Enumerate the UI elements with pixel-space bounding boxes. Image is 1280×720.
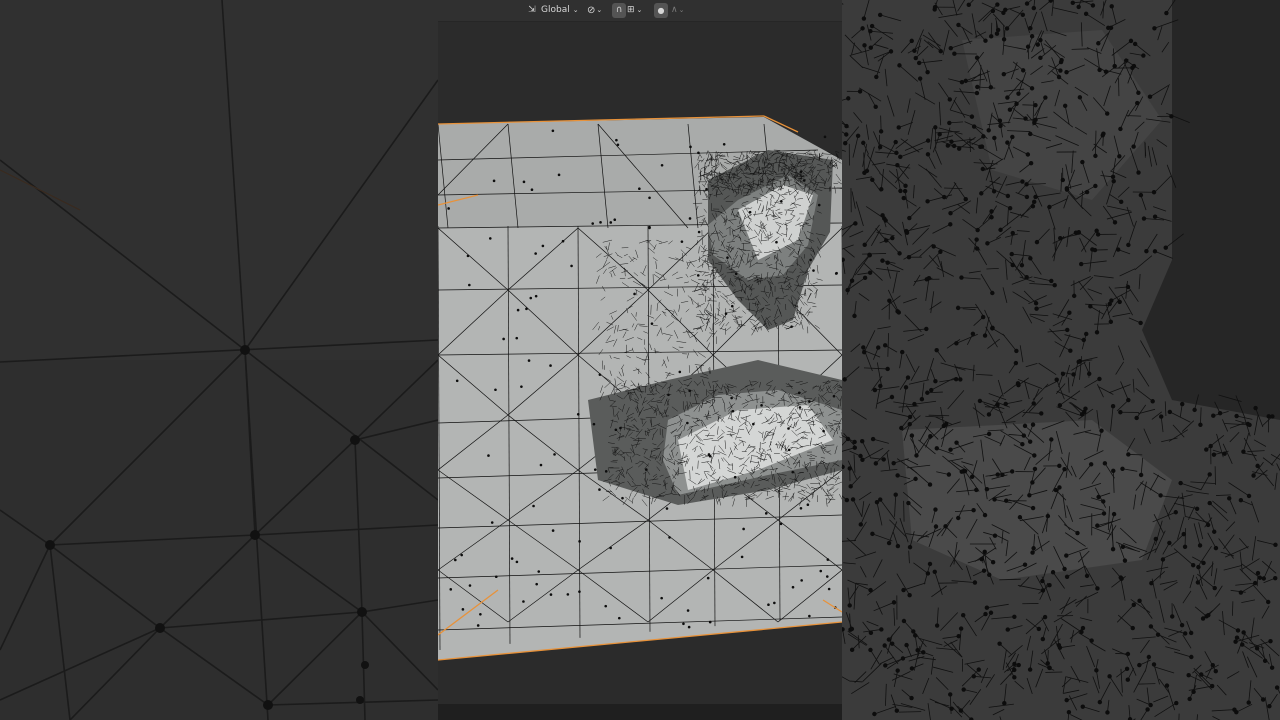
viewport-bottom-bar	[438, 704, 842, 720]
transform-orientation-label: Global	[541, 5, 570, 15]
right-zoomed-wireframe-panel	[842, 0, 1280, 720]
chevron-down-icon: ⌄	[572, 6, 579, 14]
chevron-down-icon: ⌄	[678, 6, 685, 14]
chevron-down-icon: ⌄	[596, 6, 603, 14]
falloff-curve-icon: ∧	[671, 5, 678, 15]
transform-orientation-dropdown[interactable]: ⇲ Global ⌄	[526, 3, 582, 18]
falloff-dropdown[interactable]: ∧ ⌄	[671, 3, 691, 18]
proportional-editing-button[interactable]: ●	[654, 3, 668, 18]
snap-increment-icon: ⊞	[627, 5, 635, 15]
mesh-wireframe-canvas[interactable]	[438, 0, 842, 720]
transform-orientation-icon: ⇲	[528, 5, 536, 15]
viewport-header: ⇲ Global ⌄ ⊘ ⌄ ∩ ⊞ ⌄ ● ∧ ⌄	[438, 0, 842, 22]
snap-toggle-button[interactable]: ∩	[612, 3, 626, 18]
magnet-icon: ∩	[615, 5, 623, 15]
dot-circle-icon: ●	[657, 6, 665, 15]
left-zoomed-wireframe-panel	[0, 0, 438, 720]
chevron-down-icon: ⌄	[636, 6, 643, 14]
pivot-point-dropdown[interactable]: ⊘ ⌄	[587, 3, 609, 18]
3d-viewport[interactable]: ⇲ Global ⌄ ⊘ ⌄ ∩ ⊞ ⌄ ● ∧ ⌄	[438, 0, 842, 720]
link-icon: ⊘	[587, 5, 596, 16]
snap-target-dropdown[interactable]: ⊞ ⌄	[627, 3, 651, 18]
